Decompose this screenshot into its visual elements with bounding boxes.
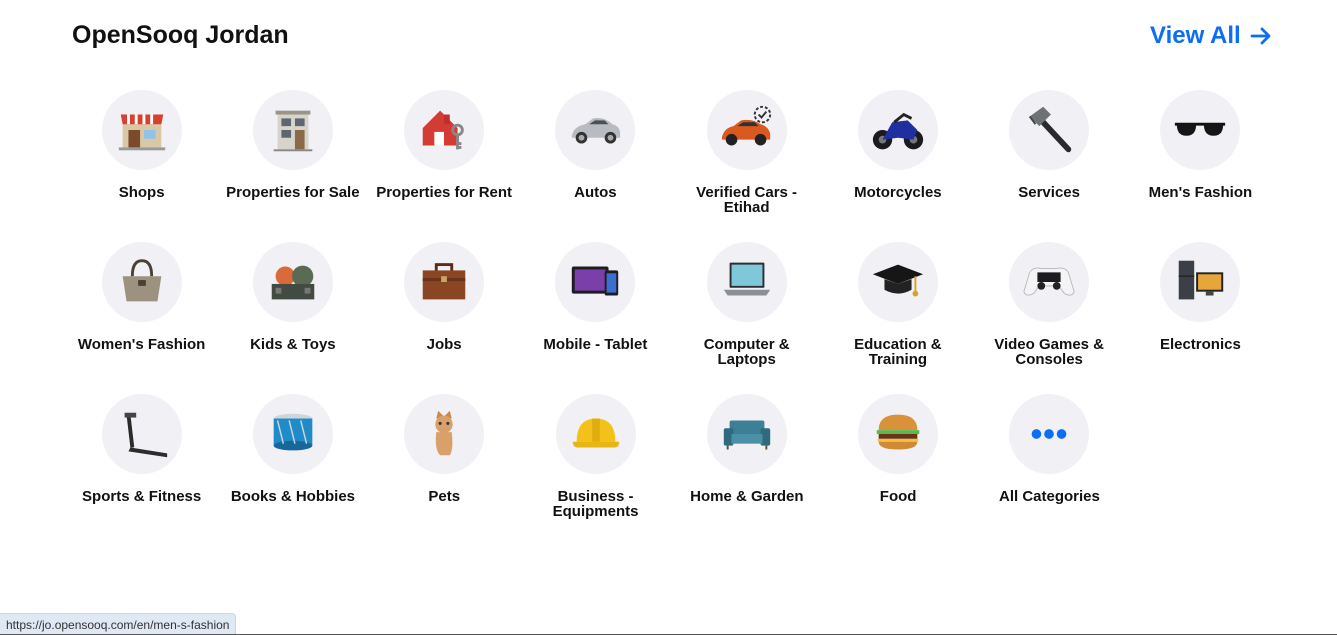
category-jobs[interactable]: Jobs bbox=[369, 242, 520, 394]
category-properties-for-sale[interactable]: Properties for Sale bbox=[217, 90, 368, 242]
sunglasses-icon bbox=[1160, 90, 1241, 170]
category-label: Autos bbox=[574, 184, 617, 201]
category-label: Food bbox=[879, 488, 917, 505]
view-all-link[interactable]: View All bbox=[1150, 22, 1273, 50]
category-shops[interactable]: Shops bbox=[66, 90, 217, 242]
category-label: Electronics bbox=[1159, 336, 1241, 353]
page-title: OpenSooq Jordan bbox=[72, 21, 289, 49]
category-label: Business - Equipments bbox=[552, 488, 639, 520]
drum-icon bbox=[252, 394, 333, 474]
hammer-icon bbox=[1009, 90, 1090, 170]
category-food[interactable]: Food bbox=[822, 394, 973, 546]
category-label: Video Games & Consoles bbox=[994, 336, 1105, 368]
category-label: Mobile - Tablet bbox=[543, 336, 648, 353]
category-properties-for-rent[interactable]: Properties for Rent bbox=[369, 90, 520, 242]
briefcase-icon bbox=[404, 242, 485, 322]
category-label: Education & Training bbox=[854, 336, 942, 368]
category-label: Pets bbox=[428, 488, 461, 505]
category-verified-cars-etihad[interactable]: Verified Cars - Etihad bbox=[671, 90, 822, 242]
category-books-hobbies[interactable]: Books & Hobbies bbox=[217, 394, 368, 546]
category-all-categories[interactable]: All Categories bbox=[974, 394, 1125, 546]
treadmill-icon bbox=[101, 394, 182, 474]
laptop-icon bbox=[706, 242, 787, 322]
category-grid: Shops Properties for Sale Properties for… bbox=[66, 90, 1276, 546]
category-label: Jobs bbox=[426, 336, 462, 353]
arrow-right-icon bbox=[1250, 27, 1271, 45]
category-label: Men's Fashion bbox=[1148, 184, 1253, 201]
category-label: Shops bbox=[118, 184, 165, 201]
category-mens-fashion[interactable]: Men's Fashion bbox=[1125, 90, 1276, 242]
category-label: All Categories bbox=[998, 488, 1100, 505]
category-business-equipments[interactable]: Business - Equipments bbox=[520, 394, 671, 546]
category-row: Women's Fashion Kids & Toys Jobs Mobile … bbox=[66, 242, 1276, 394]
motorcycle-icon bbox=[857, 90, 938, 170]
building-icon bbox=[252, 90, 333, 170]
car-icon bbox=[555, 90, 636, 170]
shop-icon bbox=[101, 90, 182, 170]
category-womens-fashion[interactable]: Women's Fashion bbox=[66, 242, 217, 394]
category-pets[interactable]: Pets bbox=[369, 394, 520, 546]
category-computer-laptops[interactable]: Computer & Laptops bbox=[671, 242, 822, 394]
category-label: Verified Cars - Etihad bbox=[696, 184, 798, 216]
house-key-icon bbox=[404, 90, 485, 170]
graduation-cap-icon bbox=[857, 242, 938, 322]
category-video-games-consoles[interactable]: Video Games & Consoles bbox=[974, 242, 1125, 394]
category-kids-toys[interactable]: Kids & Toys bbox=[217, 242, 368, 394]
category-label: Properties for Rent bbox=[376, 184, 513, 201]
handbag-icon bbox=[101, 242, 182, 322]
cat-icon bbox=[404, 394, 485, 474]
category-label: Computer & Laptops bbox=[703, 336, 790, 368]
category-row: Sports & Fitness Books & Hobbies Pets Bu… bbox=[66, 394, 1276, 546]
verified-car-icon bbox=[706, 90, 787, 170]
category-row: Shops Properties for Sale Properties for… bbox=[66, 90, 1276, 242]
more-dots-icon bbox=[1009, 394, 1090, 474]
tablet-phone-icon bbox=[555, 242, 636, 322]
category-education-training[interactable]: Education & Training bbox=[822, 242, 973, 394]
category-electronics[interactable]: Electronics bbox=[1125, 242, 1276, 394]
sofa-icon bbox=[706, 394, 787, 474]
burger-icon bbox=[858, 394, 939, 474]
category-home-garden[interactable]: Home & Garden bbox=[671, 394, 822, 546]
hard-hat-icon bbox=[555, 394, 636, 474]
category-label: Books & Hobbies bbox=[230, 488, 356, 505]
category-label: Properties for Sale bbox=[226, 184, 360, 201]
status-bar-url: https://jo.opensooq.com/en/men-s-fashion bbox=[0, 613, 237, 635]
view-all-label: View All bbox=[1150, 22, 1241, 49]
page: OpenSooq Jordan View All Shops Propertie… bbox=[0, 0, 1337, 635]
toy-icon bbox=[252, 242, 333, 322]
tv-fridge-icon bbox=[1160, 242, 1241, 322]
category-label: Services bbox=[1018, 184, 1080, 201]
category-autos[interactable]: Autos bbox=[520, 90, 671, 242]
category-label: Sports & Fitness bbox=[82, 488, 202, 505]
category-services[interactable]: Services bbox=[974, 90, 1125, 242]
category-motorcycles[interactable]: Motorcycles bbox=[822, 90, 973, 242]
category-label: Motorcycles bbox=[854, 184, 942, 201]
category-sports-fitness[interactable]: Sports & Fitness bbox=[66, 394, 217, 546]
category-label: Women's Fashion bbox=[77, 336, 206, 353]
category-label: Kids & Toys bbox=[250, 336, 336, 353]
category-mobile-tablet[interactable]: Mobile - Tablet bbox=[520, 242, 671, 394]
gamepad-icon bbox=[1009, 242, 1090, 322]
category-label: Home & Garden bbox=[690, 488, 804, 505]
